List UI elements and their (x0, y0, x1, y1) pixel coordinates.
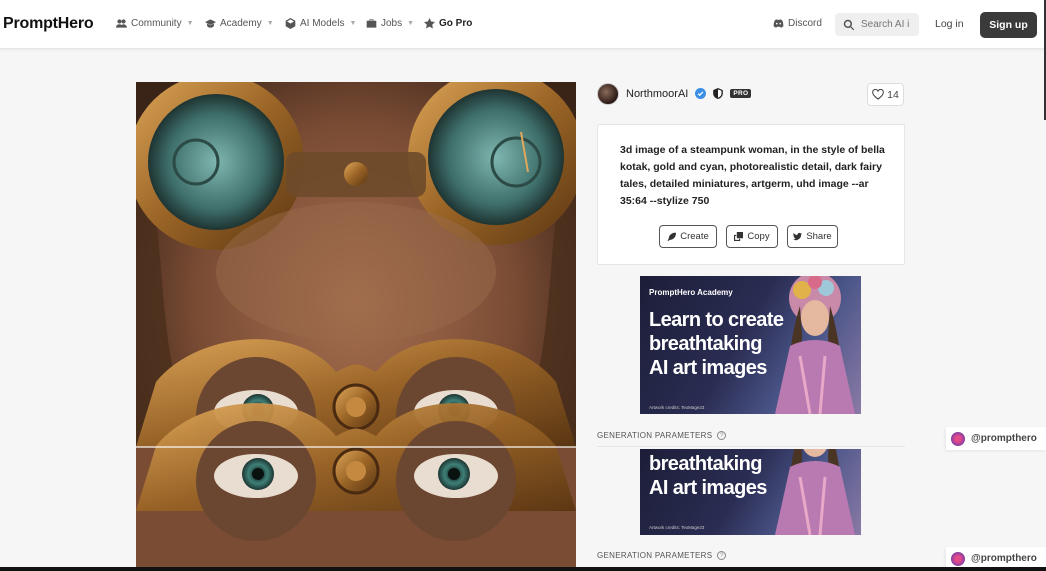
nav-discord[interactable]: Discord (773, 18, 822, 29)
signup-button[interactable]: Sign up (980, 12, 1037, 38)
twitter-icon (793, 232, 803, 241)
shield-icon (713, 88, 724, 99)
generation-parameters-label: GENERATION PARAMETERS (597, 431, 713, 440)
ad-portrait-illustration (775, 276, 855, 414)
help-icon[interactable]: ? (717, 431, 727, 440)
chevron-down-icon: ▼ (349, 20, 357, 27)
briefcase-icon (366, 19, 377, 28)
feather-icon (667, 232, 677, 241)
search-input[interactable] (861, 19, 915, 30)
side-tag-label: @prompthero (971, 433, 1037, 444)
nav-academy[interactable]: Academy ▼ (205, 18, 274, 29)
nav-jobs[interactable]: Jobs ▼ (366, 18, 414, 29)
help-icon[interactable]: ? (717, 551, 727, 560)
bottom-edge (0, 567, 1046, 571)
ad-headline-line3: AI art images (649, 357, 767, 379)
ad-headline-line2: breathtaking (649, 333, 762, 355)
prompt-text[interactable]: 3d image of a steampunk woman, in the st… (620, 142, 890, 210)
generation-parameters-label: GENERATION PARAMETERS (597, 551, 713, 560)
generation-parameters-heading: GENERATION PARAMETERS ? (597, 431, 727, 440)
ad-headline-line2: breathtaking (649, 453, 762, 475)
ad-headline-line1: Learn to create (649, 309, 784, 331)
search-icon (843, 19, 855, 30)
generation-parameters-heading: GENERATION PARAMETERS ? (597, 551, 727, 560)
steampunk-portrait-illustration (136, 82, 576, 571)
share-button-label: Share (806, 231, 832, 242)
copy-icon (734, 232, 744, 241)
author-avatar[interactable] (597, 82, 619, 105)
discord-icon (773, 19, 784, 28)
heart-icon (872, 89, 884, 100)
top-navbar: PromptHero Community ▼ Academy ▼ AI Mode… (0, 0, 1046, 49)
nav-community[interactable]: Community ▼ (116, 18, 194, 29)
chevron-down-icon: ▼ (186, 20, 194, 27)
nav-jobs-label: Jobs (381, 18, 403, 29)
prompthero-avatar (951, 431, 965, 446)
ad-brand: PromptHero Academy (649, 288, 733, 297)
ad-headline-line3: AI art images (649, 477, 767, 499)
star-icon (424, 18, 435, 29)
search-box[interactable] (835, 13, 919, 36)
nav-academy-label: Academy (220, 18, 262, 29)
ad-credit: Artwork credits: TexMage23 (649, 525, 705, 530)
prompt-card: 3d image of a steampunk woman, in the st… (597, 124, 905, 265)
cube-icon (285, 18, 296, 29)
ad-credit: Artwork credits: TexMage23 (649, 405, 705, 410)
chevron-down-icon: ▼ (266, 20, 274, 27)
community-icon (116, 19, 127, 28)
share-button[interactable]: Share (787, 225, 838, 248)
pro-badge: PRO (730, 89, 752, 98)
nav-discord-label: Discord (788, 18, 822, 29)
divider (597, 446, 905, 447)
prompthero-avatar (951, 551, 965, 566)
nav-go-pro[interactable]: Go Pro (424, 18, 472, 29)
artwork-image[interactable] (136, 82, 576, 571)
nav-go-pro-label: Go Pro (439, 18, 473, 29)
copy-button[interactable]: Copy (726, 225, 778, 248)
copy-button-label: Copy (747, 231, 770, 242)
site-logo[interactable]: PromptHero (3, 15, 94, 33)
ad-portrait-illustration (775, 449, 855, 535)
side-tag-label: @prompthero (971, 553, 1037, 564)
academy-ad-banner-repeat[interactable]: breathtaking AI art images Artwork credi… (640, 449, 861, 535)
like-button[interactable]: 14 (867, 83, 904, 106)
academy-ad-banner[interactable]: PromptHero Academy Learn to create breat… (640, 276, 861, 414)
like-count: 14 (887, 88, 899, 101)
login-link[interactable]: Log in (935, 18, 964, 30)
verified-badge-icon (695, 88, 707, 99)
nav-ai-models-label: AI Models (300, 18, 345, 29)
nav-ai-models[interactable]: AI Models ▼ (285, 18, 356, 29)
nav-community-label: Community (131, 18, 182, 29)
create-button[interactable]: Create (659, 225, 717, 248)
author-name[interactable]: NorthmoorAI (626, 88, 688, 100)
create-button-label: Create (680, 231, 709, 242)
author-row: NorthmoorAI PRO (597, 82, 752, 105)
chevron-down-icon: ▼ (407, 20, 415, 27)
graduation-cap-icon (205, 19, 216, 28)
prompthero-side-tag[interactable]: @prompthero (946, 427, 1046, 450)
